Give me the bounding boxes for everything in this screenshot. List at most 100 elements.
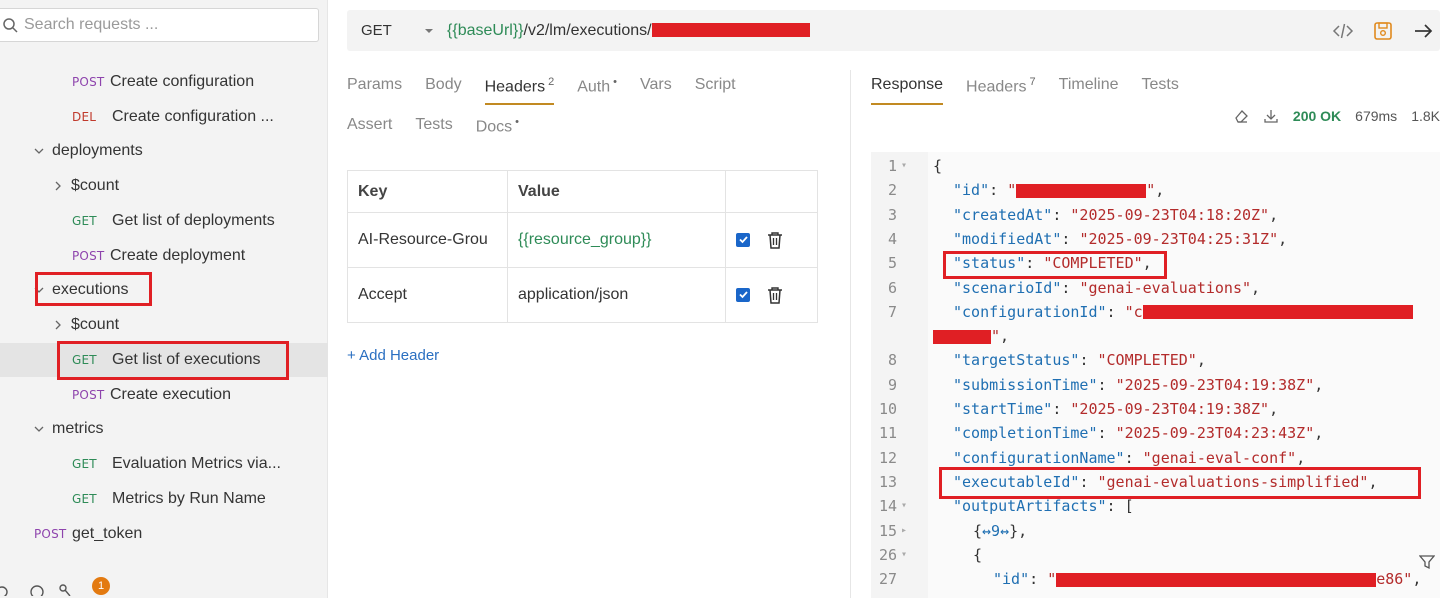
header-value-cell[interactable]: application/json — [507, 267, 726, 323]
code-text: "completionTime": "2025-09-23T04:23:43Z"… — [953, 421, 1323, 445]
trash-icon[interactable] — [766, 231, 784, 249]
url-input[interactable]: {{baseUrl}}/v2/lm/executions/ — [447, 22, 810, 40]
sidebar-item-get-deployments[interactable]: GET Get list of deployments — [72, 204, 275, 238]
headers-table: Key Value AI-Resource-Grou {{resource_gr… — [347, 170, 818, 323]
folder-metrics[interactable]: metrics — [32, 412, 104, 446]
sidebar-item-evaluation-metrics[interactable]: GET Evaluation Metrics via... — [72, 447, 281, 481]
json-punct: , — [1000, 327, 1010, 346]
tab-tests[interactable]: Tests — [415, 116, 452, 136]
json-key: "id" — [993, 570, 1030, 589]
download-icon[interactable] — [1263, 108, 1279, 124]
sidebar-item-label: Create execution — [110, 386, 231, 403]
code-line: 6 "scenarioId": "genai-evaluations", — [871, 276, 1440, 300]
chevron-right-icon — [51, 318, 65, 332]
folder-executions-count[interactable]: $count — [51, 308, 119, 342]
table-header-row: Key Value — [347, 170, 818, 213]
header-actions-cell — [725, 212, 818, 268]
tab-assert[interactable]: Assert — [347, 116, 392, 136]
code-line: 15 ▸ {↔9↔}, — [871, 519, 1440, 543]
key-icon[interactable] — [56, 578, 74, 597]
notification-badge[interactable]: 1 — [92, 577, 110, 595]
tab-timeline[interactable]: Timeline — [1059, 76, 1119, 96]
search-input[interactable] — [24, 16, 304, 34]
code-text: "startTime": "2025-09-23T04:19:38Z", — [953, 397, 1278, 421]
cookie-icon[interactable] — [28, 578, 46, 598]
tab-auth[interactable]: Auth • — [577, 76, 617, 96]
sidebar-footer — [0, 578, 74, 598]
fold-toggle-icon[interactable]: ▾ — [901, 154, 909, 178]
header-enabled-checkbox[interactable] — [736, 232, 750, 247]
json-punct: : — [1052, 400, 1071, 418]
json-punct: : — [1079, 351, 1098, 370]
tab-vars[interactable]: Vars — [640, 76, 672, 96]
json-string: "2025-09-23T04:18:20Z" — [1070, 205, 1270, 224]
sidebar-item-metrics-by-run[interactable]: GET Metrics by Run Name — [72, 482, 266, 516]
code-text: "scenarioId": "genai-evaluations", — [953, 276, 1260, 300]
json-punct: { — [973, 521, 983, 540]
settings-icon[interactable] — [0, 578, 18, 598]
sidebar-item-label: Metrics by Run Name — [112, 490, 266, 507]
json-key: "startTime" — [953, 400, 1053, 418]
json-string: "COMPLETED" — [1097, 351, 1197, 370]
trash-icon[interactable] — [766, 286, 784, 304]
add-header-button[interactable]: + Add Header — [347, 347, 439, 364]
header-key-cell[interactable]: AI-Resource-Grou — [347, 212, 508, 268]
header-actions-cell — [725, 267, 818, 323]
tab-response-headers[interactable]: Headers 7 — [966, 76, 1036, 96]
json-punct: , — [1296, 448, 1306, 467]
sidebar-item-delete-configuration[interactable]: DEL Create configuration ... — [72, 100, 274, 134]
line-number: 15 — [878, 521, 897, 540]
json-key: "modifiedAt" — [953, 229, 1062, 248]
search-box[interactable] — [0, 8, 319, 42]
tab-body[interactable]: Body — [425, 76, 461, 96]
json-key: "createdAt" — [953, 205, 1053, 224]
tab-headers[interactable]: Headers 2 — [484, 76, 554, 106]
app-window: POST Create configuration DEL Create con… — [0, 0, 1440, 598]
sidebar-item-create-configuration[interactable]: POST Create configuration — [72, 65, 254, 99]
code-line: 12 "configurationName": "genai-eval-conf"… — [871, 446, 1440, 470]
line-number: 12 — [878, 448, 897, 467]
send-arrow-icon[interactable] — [1412, 20, 1434, 42]
sidebar-item-create-execution[interactable]: POST Create execution — [72, 378, 231, 412]
save-icon[interactable] — [1372, 20, 1394, 42]
sidebar-item-label: get_token — [72, 525, 143, 542]
sidebar-item-create-deployment[interactable]: POST Create deployment — [72, 239, 245, 273]
code-line: 26 ▾ { — [871, 543, 1440, 567]
json-punct: : — [1061, 229, 1080, 248]
caret-down-icon[interactable] — [423, 25, 435, 37]
filter-icon[interactable] — [1419, 554, 1435, 570]
header-enabled-checkbox[interactable] — [736, 287, 750, 302]
chevron-right-icon — [51, 179, 65, 193]
code-icon[interactable] — [1332, 20, 1354, 42]
folder-label: metrics — [52, 420, 104, 437]
line-number: 7 — [887, 302, 897, 321]
fold-toggle-icon[interactable]: ▸ — [901, 519, 909, 543]
line-number: 5 — [887, 254, 897, 273]
json-punct: : — [989, 181, 1008, 200]
response-body[interactable]: 1 ▾{2 "id": " ", 3 "createdAt": "2025-09-23T0… — [871, 152, 1440, 598]
tab-response-tests[interactable]: Tests — [1142, 76, 1179, 96]
json-string: "c — [1124, 302, 1143, 321]
fold-toggle-icon[interactable]: ▾ — [901, 494, 909, 518]
tab-response[interactable]: Response — [871, 76, 944, 106]
line-number: 11 — [878, 424, 897, 443]
code-line: 11 "completionTime": "2025-09-23T04:23:43… — [871, 421, 1440, 445]
eraser-icon[interactable] — [1233, 108, 1249, 124]
redaction-bar — [651, 23, 810, 38]
json-punct: }, — [1009, 521, 1028, 540]
header-key-cell[interactable]: Accept — [347, 267, 508, 323]
tab-script[interactable]: Script — [695, 76, 736, 96]
url-variable: {{baseUrl}} — [447, 21, 524, 39]
tab-docs[interactable]: Docs • — [476, 116, 519, 136]
fold-toggle-icon[interactable]: ▾ — [901, 543, 909, 567]
folder-deployments-count[interactable]: $count — [51, 169, 119, 203]
sidebar-item-get-token[interactable]: POST get_token — [34, 517, 142, 551]
sidebar-item-label: Create configuration ... — [112, 108, 274, 125]
pane-divider[interactable] — [850, 70, 851, 598]
redaction-bar — [933, 329, 991, 344]
method-select[interactable]: GET — [361, 22, 421, 39]
header-value-cell[interactable]: {{resource_group}} — [507, 212, 726, 268]
tab-params[interactable]: Params — [347, 76, 402, 96]
code-text: "configurationName": "genai-eval-conf", — [953, 446, 1305, 470]
folder-deployments[interactable]: deployments — [32, 134, 143, 168]
